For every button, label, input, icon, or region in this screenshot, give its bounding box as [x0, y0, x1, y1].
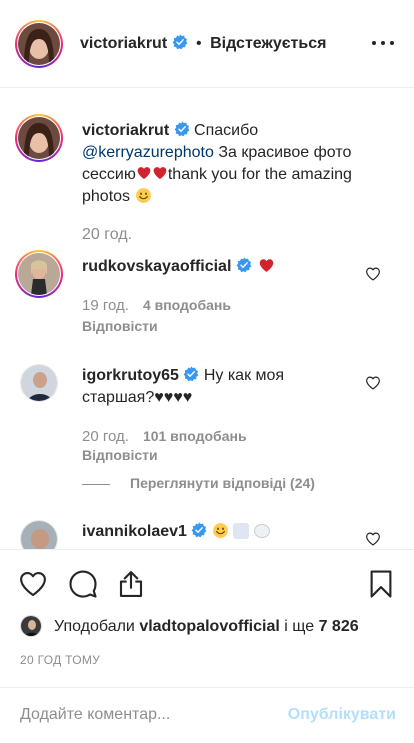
red-heart-icon [258, 257, 275, 274]
liked-by-count[interactable]: 7 826 [319, 618, 359, 635]
comment-avatar[interactable] [15, 250, 63, 298]
like-comment-heart-icon[interactable] [365, 266, 381, 282]
comment-username[interactable]: ivannikolaev1 [82, 523, 187, 540]
post-time-ago[interactable]: 20 ГОД ТОМУ [20, 653, 100, 667]
header-username[interactable]: victoriakrut [80, 35, 167, 52]
comment-meta: 19 год. 4 вподобань [82, 297, 231, 314]
share-icon[interactable] [116, 569, 146, 599]
like-comment-heart-icon[interactable] [365, 531, 381, 547]
post-comment-button[interactable]: Опублікувати [288, 706, 396, 724]
comment-time[interactable]: 19 год. [82, 297, 129, 314]
post-header: victoriakrut • Відстежується [0, 0, 414, 88]
header-separator: • [196, 35, 202, 52]
comment-bubble-icon[interactable] [68, 569, 98, 599]
comments-section[interactable]: victoriakrut Спасибо @kerryazurephoto За… [0, 88, 414, 550]
comment-time[interactable]: 20 год. [82, 428, 129, 445]
comment-likes[interactable]: 4 вподобань [143, 297, 231, 313]
liked-by-avatar[interactable] [20, 615, 42, 637]
verified-badge-icon [174, 121, 190, 137]
caption-text-before: Спасибо [194, 122, 259, 139]
liked-by-username[interactable]: vladtopalovofficial [139, 618, 279, 635]
comment-username[interactable]: rudkovskayaofficial [82, 258, 231, 275]
comment-likes[interactable]: 101 вподобань [143, 428, 247, 444]
red-heart-icon [136, 165, 152, 181]
more-dots-icon[interactable] [372, 36, 394, 50]
caption-text: victoriakrut Спасибо @kerryazurephoto За… [82, 120, 382, 208]
liked-by-text: Уподобали vladtopalovofficial і ще 7 826 [54, 618, 359, 636]
comment-text: ivannikolaev1 [82, 521, 342, 543]
caption-time[interactable]: 20 год. [82, 226, 132, 244]
caption-mention-link[interactable]: @kerryazurephoto [82, 144, 214, 161]
red-heart-icon [152, 165, 168, 181]
view-replies-label: Переглянути відповіді (24) [130, 475, 315, 491]
reply-button[interactable]: Відповісти [82, 447, 158, 463]
follow-status-button[interactable]: Відстежується [210, 35, 326, 52]
caption-username[interactable]: victoriakrut [82, 122, 169, 139]
liked-by-middle: і ще [284, 618, 315, 635]
like-comment-heart-icon[interactable] [365, 375, 381, 391]
liked-by-prefix: Уподобали [54, 618, 135, 635]
comment-username[interactable]: igorkrutoy65 [82, 367, 179, 384]
view-replies-button[interactable]: Переглянути відповіді (24) [82, 475, 315, 491]
reply-button[interactable]: Відповісти [82, 318, 158, 334]
action-bar [0, 551, 414, 609]
heart-outline-icon[interactable] [18, 569, 48, 599]
verified-badge-icon [183, 366, 199, 382]
emoji-icon [233, 523, 250, 539]
smiley-emoji-icon [212, 522, 229, 539]
header-avatar[interactable] [15, 20, 63, 68]
verified-badge-icon [191, 522, 207, 538]
emoji-icon [253, 524, 270, 538]
caption-avatar[interactable] [15, 114, 63, 162]
verified-badge-icon [172, 34, 188, 50]
comment-avatar[interactable] [20, 364, 58, 402]
comment-meta: 20 год. 101 вподобань [82, 428, 247, 445]
verified-badge-icon [236, 257, 252, 273]
header-user-line: victoriakrut • Відстежується [80, 34, 326, 53]
comment-input[interactable] [20, 706, 270, 724]
bookmark-icon[interactable] [366, 569, 396, 599]
smiley-emoji-icon [135, 187, 152, 204]
comment-text: rudkovskayaofficial [82, 256, 362, 278]
comment-text: igorkrutoy65 Ну как моя старшая?♥♥♥♥ [82, 365, 342, 409]
add-comment-bar: Опублікувати [0, 687, 414, 743]
comment-avatar[interactable] [20, 520, 58, 549]
